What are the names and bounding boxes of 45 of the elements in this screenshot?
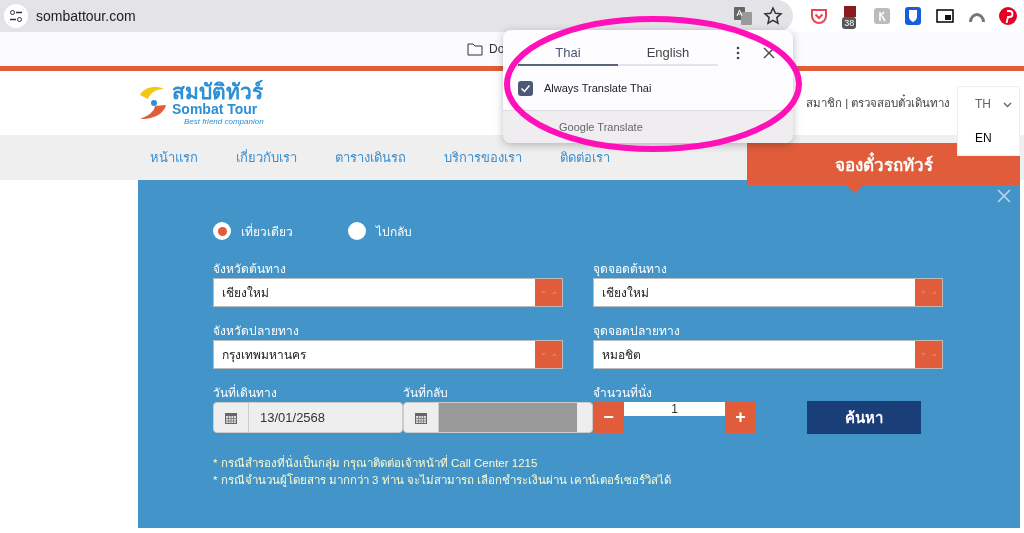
select-field[interactable]: เชียงใหม่ bbox=[213, 278, 563, 307]
language-tab[interactable]: Thai bbox=[518, 40, 618, 66]
logo-tagline: Best friend companion bbox=[184, 117, 264, 126]
field-label: วันที่เดินทาง bbox=[213, 383, 278, 399]
decrease-button[interactable]: − bbox=[593, 402, 624, 433]
logo-icon bbox=[138, 85, 168, 121]
account-links[interactable]: สมาชิก | ตรวจสอบตั๋วเดินทาง bbox=[806, 94, 951, 112]
seat-count-field[interactable]: 1 bbox=[624, 402, 725, 416]
picture-in-picture-icon[interactable] bbox=[935, 6, 956, 26]
date-field[interactable]: 13/01/2568 bbox=[213, 402, 403, 433]
note-text: * กรณีสำรองที่นั่งเป็นกลุ่ม กรุณาติดต่อเจ้าหน้าที่ Call Center 1215 bbox=[213, 455, 539, 472]
checkbox-label[interactable]: Always Translate Thai bbox=[544, 82, 652, 94]
field-label: จุดจอดต้นทาง bbox=[593, 261, 668, 275]
field-label: จังหวัดต้นทาง bbox=[213, 261, 287, 275]
pocket-icon[interactable] bbox=[808, 6, 829, 26]
google-translate-label: Google Translate bbox=[559, 121, 643, 133]
note-text: * กรณีจำนวนผู้โดยสาร มากกว่า 3 ท่าน จะไม่สามารถ เลือกชำระเงินผ่าน เคาน์เตอร์เซอร์วิสได้ bbox=[213, 472, 673, 489]
select-field[interactable]: หมอชิต bbox=[593, 340, 943, 369]
field-label: จุดจอดปลายทาง bbox=[593, 323, 681, 337]
language-tab[interactable]: English bbox=[618, 40, 718, 66]
search-button[interactable]: ค้นหา bbox=[807, 401, 921, 434]
field-label: วันที่กลับ bbox=[403, 383, 449, 399]
close-icon[interactable] bbox=[762, 46, 776, 60]
field-label: จังหวัดปลายทาง bbox=[213, 323, 300, 337]
checkmark-icon bbox=[520, 82, 531, 94]
date-field[interactable] bbox=[403, 402, 593, 433]
logo-name: Sombat Tour bbox=[172, 101, 259, 116]
select-field[interactable]: กรุงเทพมหานคร bbox=[213, 340, 563, 369]
language-option[interactable]: TH bbox=[958, 87, 1019, 121]
select-field[interactable]: เชียงใหม่ bbox=[593, 278, 943, 307]
site-settings-icon[interactable] bbox=[4, 4, 28, 28]
calendar-icon bbox=[414, 410, 428, 425]
bookmark-star-icon[interactable] bbox=[763, 6, 783, 26]
translate-icon[interactable] bbox=[733, 6, 753, 26]
calendar-icon bbox=[224, 410, 238, 425]
increase-button[interactable]: + bbox=[725, 402, 756, 433]
checkbox[interactable] bbox=[518, 80, 533, 96]
tab-pointer bbox=[845, 184, 865, 193]
field-label: จำนวนที่นั่ง bbox=[593, 383, 653, 399]
date-value: 13/01/2568 bbox=[259, 409, 327, 427]
pin-icon[interactable] bbox=[998, 6, 1019, 26]
folder-icon[interactable] bbox=[467, 42, 483, 56]
booking-tab[interactable]: จองตั๋วรถทัวร์ bbox=[747, 143, 1020, 185]
count-badge: 38 bbox=[842, 17, 857, 29]
logo-thai-text: สมบัติทัวร์ bbox=[172, 80, 264, 102]
